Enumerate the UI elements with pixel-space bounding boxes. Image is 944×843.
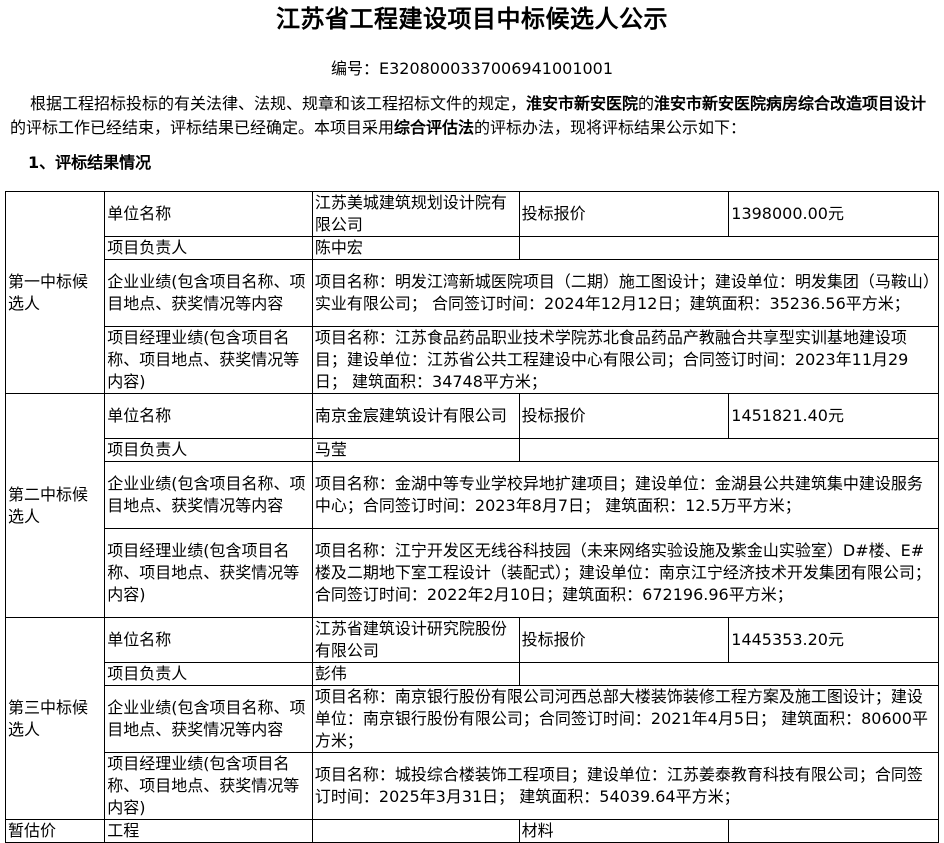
intro-text-3: 的评标工作已经结束，评标结果已经确定。本项目采用 xyxy=(10,118,395,137)
candidate-leader: 陈中宏 xyxy=(311,236,520,260)
tenderer-name: 淮安市新安医院 xyxy=(526,94,639,113)
estimate-engineering: 工程 xyxy=(104,819,313,843)
intro-paragraph: 根据工程招标投标的有关法律、法规、规章和该工程招标文件的规定，淮安市新安医院的淮… xyxy=(10,92,930,140)
label-bid-price: 投标报价 xyxy=(518,191,730,237)
project-name: 淮安市新安医院病房综合改造项目设计 xyxy=(654,94,927,113)
label-manager-perf: 项目经理业绩(包含项目名称、项目地点、获奖情况等内容) xyxy=(104,752,313,820)
empty-cell xyxy=(728,819,939,843)
table-row: 第三中标候选人 单位名称 江苏省建筑设计研究院股份有限公司 投标报价 14453… xyxy=(4,617,939,820)
table-row: 项目负责人 彭伟 xyxy=(6,662,940,686)
candidate-company-perf: 项目名称：明发江湾新城医院项目（二期）施工图设计；建设单位：明发集团（马鞍山）实… xyxy=(311,259,940,327)
candidate-leader: 彭伟 xyxy=(311,662,520,686)
label-company-perf: 企业业绩(包含项目名称、项目地点、获奖情况等内容 xyxy=(104,259,313,327)
label-unit: 单位名称 xyxy=(104,191,313,237)
section-title: 1、评标结果情况 xyxy=(28,153,152,172)
label-company-perf: 企业业绩(包含项目名称、项目地点、获奖情况等内容 xyxy=(104,685,313,753)
label-unit: 单位名称 xyxy=(104,617,313,663)
label-leader: 项目负责人 xyxy=(104,236,313,260)
candidate-manager-perf: 项目名称：江苏食品药品职业技术学院苏北食品药品产教融合共享型实训基地建设项目；建… xyxy=(311,326,940,394)
candidate-unit: 南京金宸建筑设计有限公司 xyxy=(311,393,520,439)
label-bid-price: 投标报价 xyxy=(518,617,730,663)
table-row: 项目经理业绩(包含项目名称、项目地点、获奖情况等内容) 项目名称：江苏食品药品职… xyxy=(6,326,940,394)
empty-cell xyxy=(518,662,940,686)
table-row: 暂估价 工程 材料 xyxy=(4,819,939,843)
estimate-material: 材料 xyxy=(518,819,730,843)
intro-text-1: 根据工程招标投标的有关法律、法规、规章和该工程招标文件的规定， xyxy=(30,94,527,113)
table-row: 第一中标候选人 单位名称 江苏美城建筑规划设计院有限公司 投标报价 139800… xyxy=(4,191,939,394)
label-company-perf: 企业业绩(包含项目名称、项目地点、获奖情况等内容 xyxy=(104,461,313,529)
empty-cell xyxy=(518,236,940,260)
candidate-rank: 第三中标候选人 xyxy=(4,617,106,820)
candidate-bid: 1398000.00元 xyxy=(728,191,939,237)
candidate-unit: 江苏美城建筑规划设计院有限公司 xyxy=(311,191,520,237)
table-row: 项目负责人 陈中宏 xyxy=(6,236,940,260)
table-row: 项目经理业绩(包含项目名称、项目地点、获奖情况等内容) 项目名称：城投综合楼装饰… xyxy=(6,752,940,820)
table-row: 项目负责人 马莹 xyxy=(6,438,940,462)
label-leader: 项目负责人 xyxy=(104,438,313,462)
candidate-leader: 马莹 xyxy=(311,438,520,462)
empty-cell xyxy=(518,438,940,462)
result-table: 第一中标候选人 单位名称 江苏美城建筑规划设计院有限公司 投标报价 139800… xyxy=(4,191,940,843)
candidate-bid: 1445353.20元 xyxy=(728,617,939,663)
candidate-manager-perf: 项目名称：城投综合楼装饰工程项目；建设单位：江苏姜泰教育科技有限公司；合同签订时… xyxy=(311,752,940,820)
table-row: 项目经理业绩(包含项目名称、项目地点、获奖情况等内容) 项目名称：江宁开发区无线… xyxy=(6,528,940,618)
candidate-company-perf: 项目名称：金湖中等专业学校异地扩建项目；建设单位：金湖县公共建筑集中建设服务中心… xyxy=(311,461,940,529)
candidate-manager-perf: 项目名称：江宁开发区无线谷科技园（未来网络实验设施及紫金山实验室）D#楼、E#楼… xyxy=(311,528,940,618)
intro-text-2: 的 xyxy=(638,94,655,113)
intro-text-4: 的评标办法，现将评标结果公示如下： xyxy=(474,118,747,137)
code-value: E3208000337006941001001 xyxy=(378,59,614,78)
table-row: 企业业绩(包含项目名称、项目地点、获奖情况等内容 项目名称：金湖中等专业学校异地… xyxy=(6,461,940,529)
announcement-code: 编号：E3208000337006941001001 xyxy=(0,56,944,82)
evaluation-method: 综合评估法 xyxy=(394,118,475,137)
label-unit: 单位名称 xyxy=(104,393,313,439)
candidate-rank: 第二中标候选人 xyxy=(4,393,106,618)
candidate-rank: 第一中标候选人 xyxy=(4,191,106,394)
candidate-unit: 江苏省建筑设计研究院股份有限公司 xyxy=(311,617,520,663)
estimate-label: 暂估价 xyxy=(4,819,106,843)
empty-cell xyxy=(311,819,520,843)
page-title: 江苏省工程建设项目中标候选人公示 xyxy=(276,5,668,33)
table-row: 第二中标候选人 单位名称 南京金宸建筑设计有限公司 投标报价 1451821.4… xyxy=(4,393,939,618)
table-row: 企业业绩(包含项目名称、项目地点、获奖情况等内容 项目名称：明发江湾新城医院项目… xyxy=(6,259,940,327)
label-bid-price: 投标报价 xyxy=(518,393,730,439)
candidate-company-perf: 项目名称：南京银行股份有限公司河西总部大楼装饰装修工程方案及施工图设计；建设单位… xyxy=(311,685,940,753)
label-manager-perf: 项目经理业绩(包含项目名称、项目地点、获奖情况等内容) xyxy=(104,528,313,618)
table-row: 企业业绩(包含项目名称、项目地点、获奖情况等内容 项目名称：南京银行股份有限公司… xyxy=(6,685,940,753)
code-label: 编号： xyxy=(330,59,379,78)
candidate-bid: 1451821.40元 xyxy=(728,393,939,439)
label-leader: 项目负责人 xyxy=(104,662,313,686)
label-manager-perf: 项目经理业绩(包含项目名称、项目地点、获奖情况等内容) xyxy=(104,326,313,394)
